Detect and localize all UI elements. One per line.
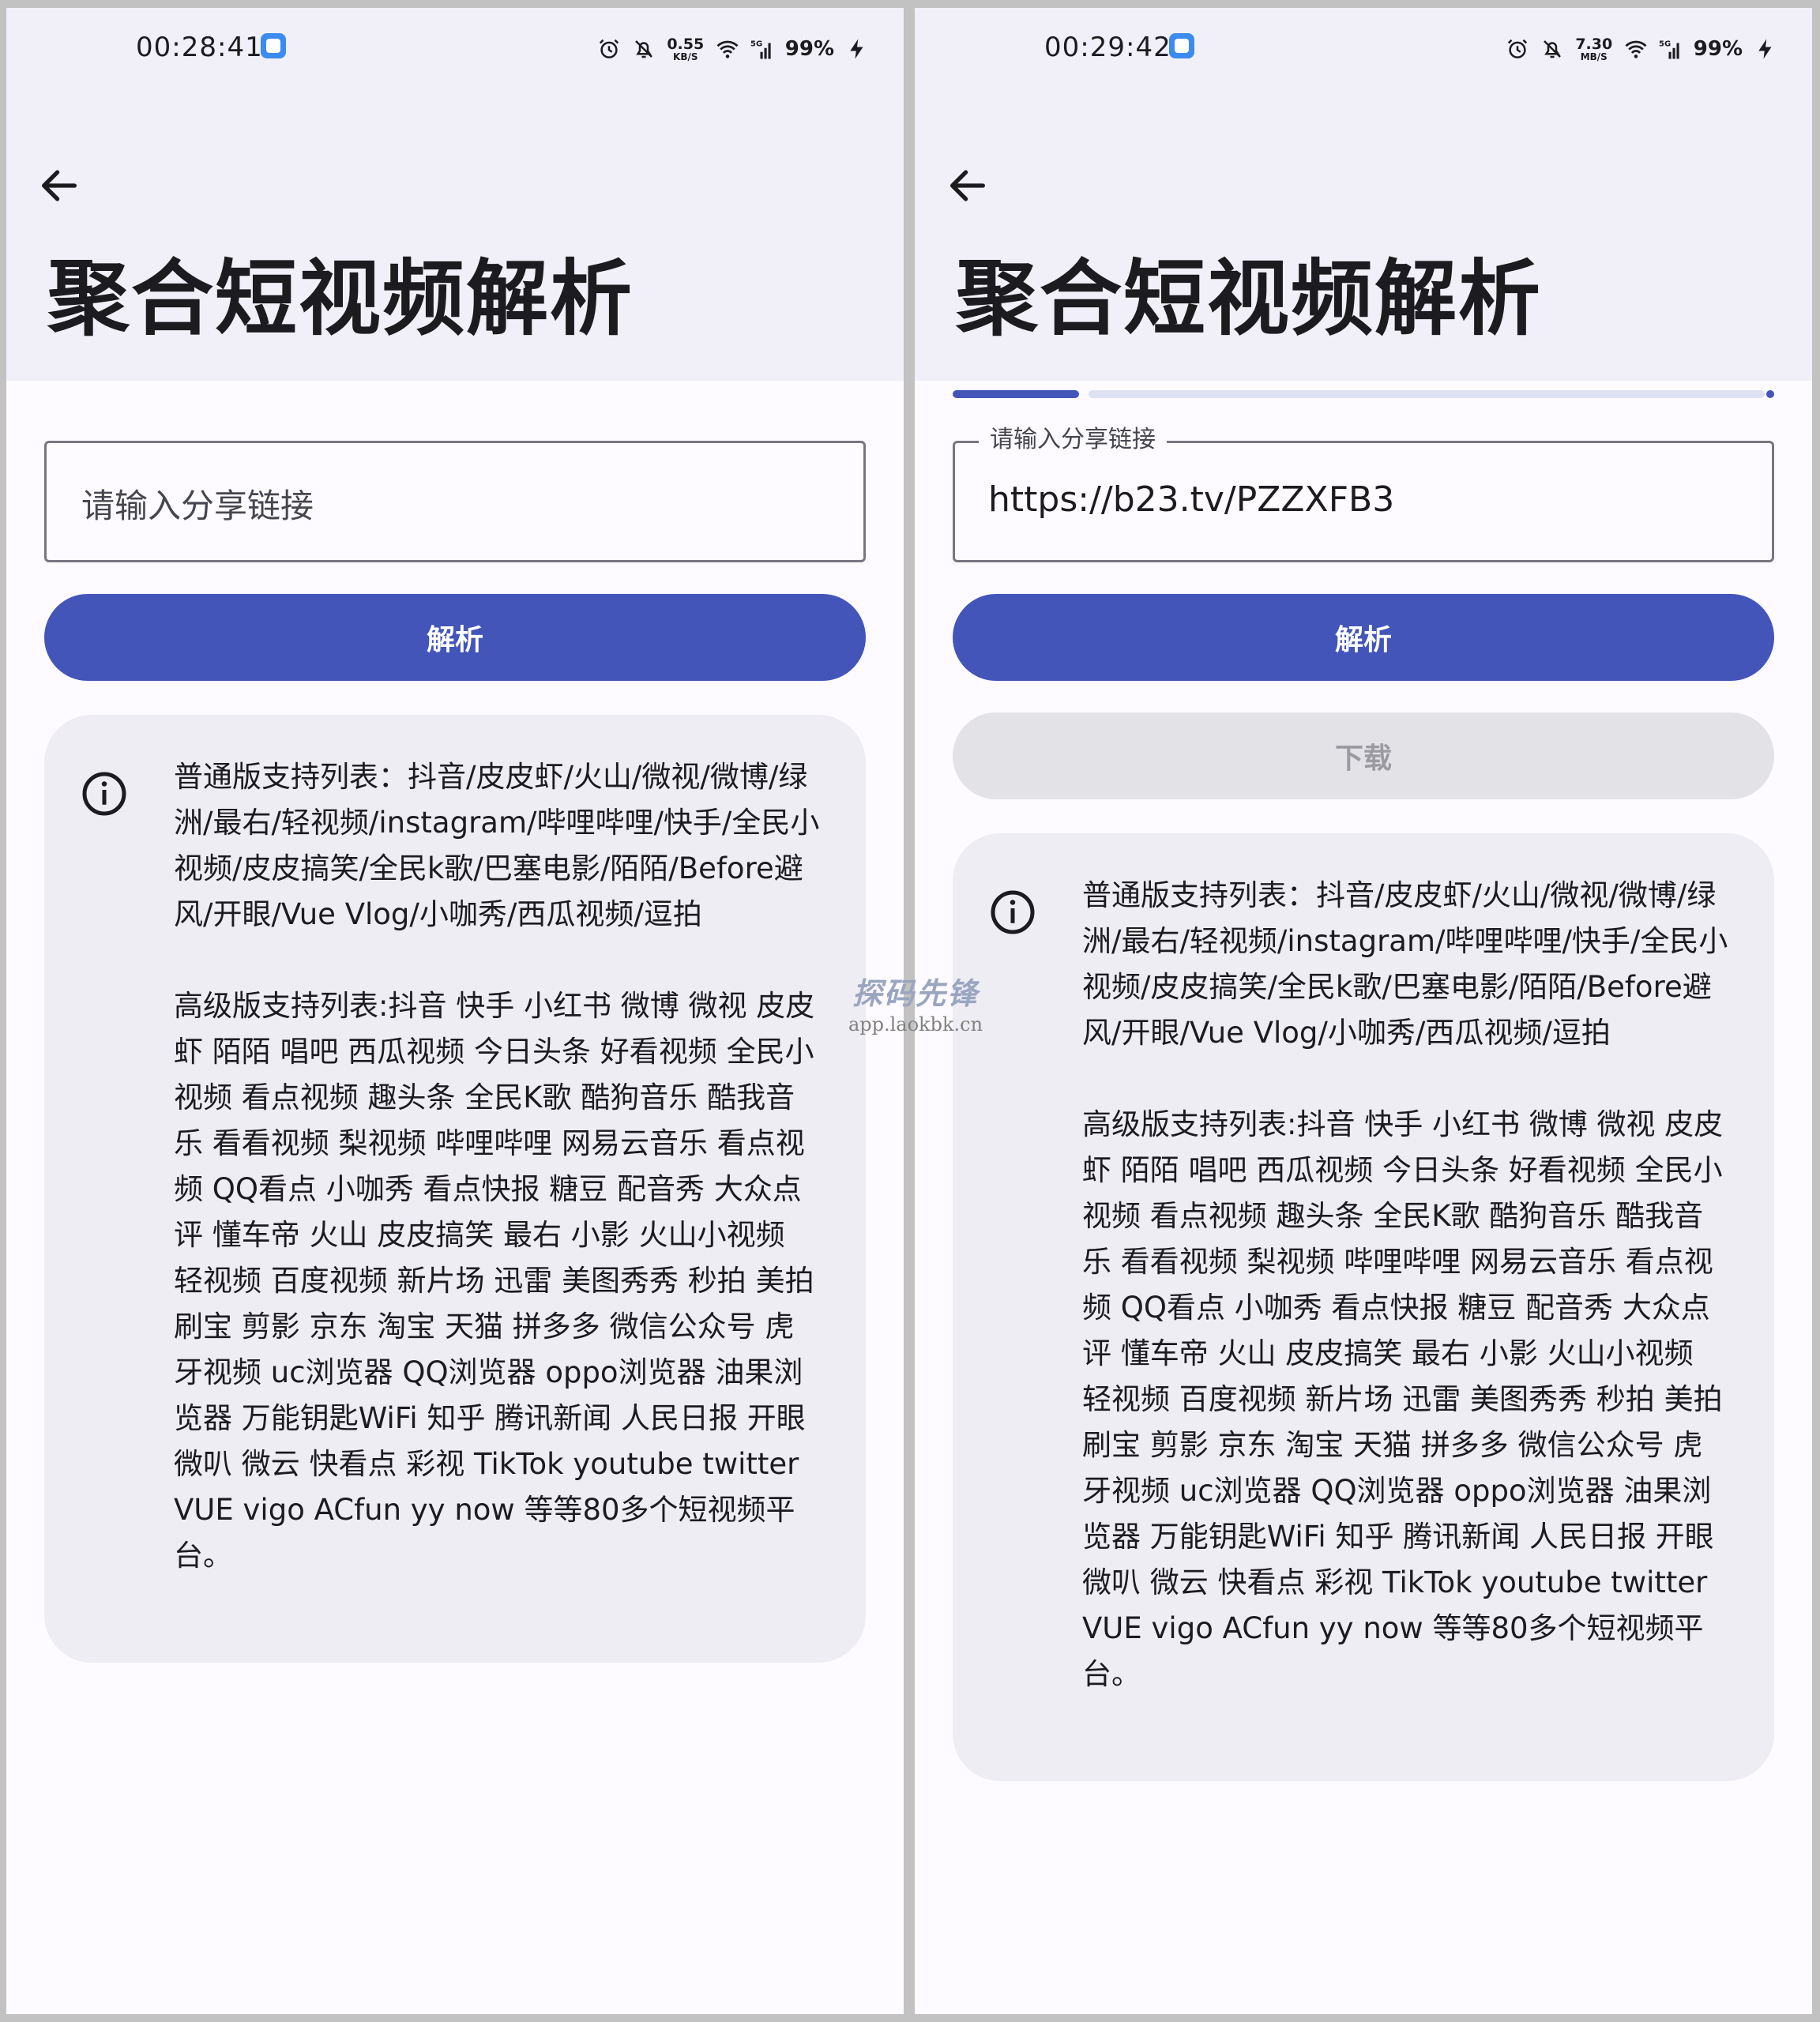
share-link-input[interactable]: 请输入分享链接 (44, 441, 866, 562)
share-link-value: https://b23.tv/PZZXFB3 (988, 479, 1395, 520)
basic-support-list: 普通版支持列表：抖音/皮皮虾/火山/微视/微博/绿洲/最右/轻视频/instag… (1082, 878, 1728, 1050)
top-app-bar: 00:28:41 0.55 KB/S 5G 99% 聚合短视频解析 (6, 8, 904, 381)
network-speed-unit: KB/S (673, 51, 698, 62)
info-circle-icon (991, 890, 1035, 934)
svg-text:5G: 5G (750, 39, 762, 48)
watermark-url: app.laokbk.cn (848, 1013, 983, 1035)
progress-track (1089, 390, 1765, 398)
supported-platforms-card: 普通版支持列表：抖音/皮皮虾/火山/微视/微博/绿洲/最右/轻视频/instag… (953, 833, 1774, 1781)
alarm-icon (1507, 39, 1527, 58)
wifi-icon (1625, 40, 1647, 58)
app-notification-icon (261, 33, 286, 58)
charging-bolt-icon (850, 39, 863, 59)
phone-screen-left: 00:28:41 0.55 KB/S 5G 99% 聚合短视频解析 请输入分享链… (6, 8, 904, 2014)
watermark-title: 探码先锋 (852, 976, 979, 1011)
share-link-input[interactable]: 请输入分享链接 https://b23.tv/PZZXFB3 (953, 424, 1774, 562)
network-speed: 7.30 MB/S (1575, 35, 1613, 62)
cellular-5g-icon: 5G (1659, 39, 1679, 59)
battery-percent: 99% (1693, 37, 1743, 61)
advanced-support-list: 高级版支持列表:抖音 快手 小红书 微博 微视 皮皮虾 陌陌 唱吧 西瓜视频 今… (174, 989, 815, 1573)
back-arrow-icon[interactable] (945, 163, 991, 209)
network-speed: 0.55 KB/S (667, 35, 705, 62)
parse-button[interactable]: 解析 (44, 594, 866, 681)
progress-indicator (953, 390, 1079, 398)
advanced-support-list: 高级版支持列表:抖音 快手 小红书 微博 微视 皮皮虾 陌陌 唱吧 西瓜视频 今… (1082, 1107, 1724, 1691)
battery-percent: 99% (784, 37, 834, 61)
share-link-placeholder: 请输入分享链接 (81, 487, 314, 525)
network-speed-value: 7.30 (1575, 35, 1613, 53)
progress-stop-indicator (1766, 390, 1774, 398)
charging-bolt-icon (1758, 39, 1772, 59)
loading-progress-bar (953, 390, 1774, 398)
status-time: 00:29:42 (1044, 32, 1171, 63)
supported-platforms-text: 普通版支持列表：抖音/皮皮虾/火山/微视/微博/绿洲/最右/轻视频/instag… (174, 754, 822, 1579)
page-title: 聚合短视频解析 (956, 250, 1543, 347)
wifi-icon (716, 40, 739, 58)
phone-screen-right: 00:29:42 7.30 MB/S 5G 99% 聚合短视频解析 请输入分享链… (915, 8, 1812, 2014)
page-title: 聚合短视频解析 (47, 250, 634, 347)
alarm-icon (599, 39, 619, 58)
network-speed-value: 0.55 (667, 35, 705, 53)
share-link-label: 请输入分享链接 (979, 424, 1167, 456)
parse-button[interactable]: 解析 (953, 594, 1774, 681)
status-time: 00:28:41 (136, 32, 263, 63)
bell-off-icon (634, 40, 652, 58)
svg-text:5G: 5G (1659, 39, 1671, 48)
bell-off-icon (1543, 40, 1561, 58)
status-icons: 0.55 KB/S 5G 99% (597, 32, 869, 66)
back-arrow-icon[interactable] (36, 163, 82, 209)
info-circle-icon (82, 772, 126, 816)
app-notification-icon (1169, 33, 1194, 58)
download-button[interactable]: 下载 (953, 712, 1774, 799)
supported-platforms-text: 普通版支持列表：抖音/皮皮虾/火山/微视/微博/绿洲/最右/轻视频/instag… (1082, 873, 1730, 1697)
status-icons: 7.30 MB/S 5G 99% (1506, 32, 1777, 66)
watermark: 探码先锋 app.laokbk.cn (840, 975, 991, 1036)
basic-support-list: 普通版支持列表：抖音/皮皮虾/火山/微视/微博/绿洲/最右/轻视频/instag… (174, 760, 820, 931)
top-app-bar: 00:29:42 7.30 MB/S 5G 99% 聚合短视频解析 (915, 8, 1812, 381)
network-speed-unit: MB/S (1580, 51, 1608, 62)
cellular-5g-icon: 5G (750, 39, 771, 59)
supported-platforms-card: 普通版支持列表：抖音/皮皮虾/火山/微视/微博/绿洲/最右/轻视频/instag… (44, 715, 866, 1663)
